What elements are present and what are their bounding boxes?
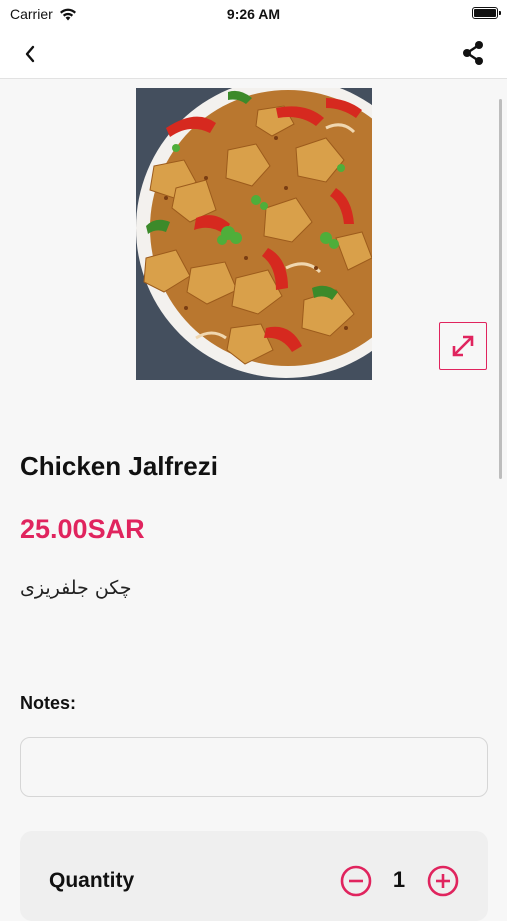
share-icon bbox=[463, 41, 483, 65]
battery-icon bbox=[472, 7, 501, 19]
quantity-value: 1 bbox=[392, 867, 406, 892]
back-button[interactable] bbox=[16, 40, 44, 68]
decrease-quantity-button[interactable] bbox=[340, 865, 372, 897]
item-price: 25.00SAR bbox=[20, 514, 145, 544]
status-time: 9:26 AM bbox=[226, 6, 281, 22]
notes-input[interactable] bbox=[20, 737, 488, 797]
item-secondary-name: چکن جلفریزی bbox=[20, 577, 132, 599]
quantity-card: Quantity 1 bbox=[20, 831, 488, 921]
dish-photo bbox=[136, 88, 372, 380]
increase-quantity-button[interactable] bbox=[427, 865, 459, 897]
plus-circle-icon bbox=[427, 865, 459, 897]
scroll-indicator[interactable] bbox=[499, 99, 502, 479]
notes-label: Notes: bbox=[20, 693, 77, 713]
expand-image-button[interactable] bbox=[439, 322, 487, 370]
chevron-left-icon bbox=[25, 45, 35, 63]
battery-level bbox=[474, 9, 496, 17]
item-title: Chicken Jalfrezi bbox=[20, 451, 218, 481]
expand-arrows-icon bbox=[452, 335, 474, 357]
nav-bar bbox=[0, 28, 507, 79]
quantity-label: Quantity bbox=[49, 869, 135, 892]
status-bar: Carrier 9:26 AM bbox=[0, 0, 507, 28]
minus-circle-icon bbox=[340, 865, 372, 897]
dish-image bbox=[136, 88, 372, 380]
share-button[interactable] bbox=[459, 39, 487, 67]
item-detail-content[interactable]: Chicken Jalfrezi 25.00SAR چکن جلفریزی No… bbox=[0, 79, 507, 921]
